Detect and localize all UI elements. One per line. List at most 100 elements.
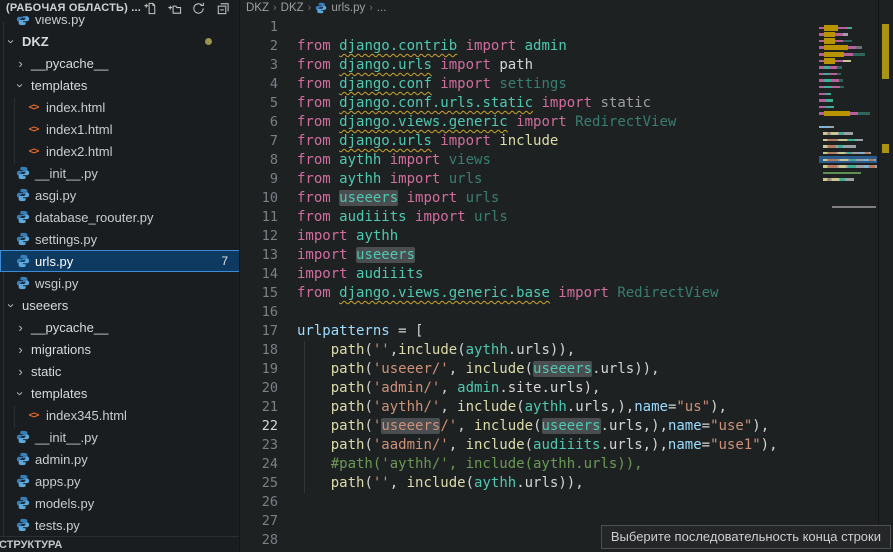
tree-item-pycache-folder[interactable]: › __pycache__	[0, 52, 240, 74]
code-line[interactable]: 4from django.conf import settings	[241, 75, 813, 94]
overview-ruler-scrollbar[interactable]	[878, 0, 893, 552]
html-file-icon: <>	[26, 408, 41, 423]
tree-item-static-folder[interactable]: › static	[0, 360, 240, 382]
code-line[interactable]: 7from django.urls import include	[241, 132, 813, 151]
code-line[interactable]: 17urlpatterns = [	[241, 322, 813, 341]
refresh-icon[interactable]	[191, 1, 206, 16]
code-line[interactable]: 25 path('', include(aythh.urls)),	[241, 474, 813, 493]
tree-item-asgi-py[interactable]: asgi.py	[0, 184, 240, 206]
code-line[interactable]: 24 #path('aythh/', include(aythh.urls)),	[241, 455, 813, 474]
line-content: from audiiits import urls	[297, 208, 508, 227]
code-line[interactable]: 16	[241, 303, 813, 322]
tree-item-label: tests.py	[35, 518, 80, 533]
tree-item-init-py[interactable]: __init__.py	[0, 162, 240, 184]
tree-item-index2-html[interactable]: <> index2.html	[0, 140, 240, 162]
code-line[interactable]: 12import aythh	[241, 227, 813, 246]
new-file-icon[interactable]	[143, 1, 158, 16]
code-line[interactable]: 6from django.views.generic import Redire…	[241, 113, 813, 132]
code-line[interactable]: 26	[241, 493, 813, 512]
code-line[interactable]: 11from audiiits import urls	[241, 208, 813, 227]
outline-section-header[interactable]: СТРУКТУРА	[0, 536, 240, 552]
tree-item-admin-py[interactable]: admin.py	[0, 448, 240, 470]
python-icon	[15, 188, 30, 203]
tree-item-templates-folder-2[interactable]: › templates	[0, 382, 240, 404]
line-number: 15	[241, 284, 278, 303]
chevron-down-icon: ›	[13, 388, 28, 399]
breadcrumb-segment-file[interactable]: urls.py	[315, 2, 365, 14]
code-line[interactable]: 20 path('admin/', admin.site.urls),	[241, 379, 813, 398]
chevron-right-icon: ›	[15, 342, 26, 357]
code-line[interactable]: 5from django.conf.urls.static import sta…	[241, 94, 813, 113]
python-icon	[15, 254, 30, 269]
breadcrumb: DKZ › DKZ › urls.py › ...	[241, 0, 893, 16]
code-line[interactable]: 15from django.views.generic.base import …	[241, 284, 813, 303]
code-line[interactable]: 14import audiiits	[241, 265, 813, 284]
tree-item-database-roouter-py[interactable]: database_roouter.py	[0, 206, 240, 228]
tree-item-pycache-folder-2[interactable]: › __pycache__	[0, 316, 240, 338]
code-line[interactable]: 21 path('aythh/', include(aythh.urls,),n…	[241, 398, 813, 417]
line-number: 2	[241, 37, 278, 56]
line-content: from django.urls import path	[297, 56, 533, 75]
code-line[interactable]: 23 path('aadmin/', include(audiiits.urls…	[241, 436, 813, 455]
tree-item-index-html[interactable]: <> index.html	[0, 96, 240, 118]
chevron-down-icon: ›	[4, 300, 19, 311]
tree-item-label: apps.py	[35, 474, 81, 489]
code-editor[interactable]: 12from django.contrib import admin3from …	[241, 18, 813, 552]
code-line[interactable]: 2from django.contrib import admin	[241, 37, 813, 56]
code-line[interactable]: 8from aythh import views	[241, 151, 813, 170]
explorer-section-header[interactable]: (РАБОЧАЯ ОБЛАСТЬ) ...	[0, 0, 240, 16]
code-line[interactable]: 22 path('useeers/', include(useeers.urls…	[241, 417, 813, 436]
tree-item-models-py[interactable]: models.py	[0, 492, 240, 514]
breadcrumb-segment[interactable]: DKZ	[246, 2, 269, 14]
line-content: from django.conf import settings	[297, 75, 567, 94]
code-line[interactable]: 9from aythh import urls	[241, 170, 813, 189]
tree-item-init-py-2[interactable]: __init__.py	[0, 426, 240, 448]
breadcrumb-segment[interactable]: DKZ	[281, 2, 304, 14]
tree-item-label: index2.html	[46, 144, 112, 159]
line-number: 25	[241, 474, 278, 493]
html-file-icon: <>	[26, 122, 41, 137]
new-folder-icon[interactable]	[167, 1, 182, 16]
line-content: #path('aythh/', include(aythh.urls)),	[297, 455, 643, 474]
collapse-all-icon[interactable]	[215, 1, 230, 16]
line-number: 1	[241, 18, 278, 37]
tree-item-label: wsgi.py	[35, 276, 78, 291]
line-content: urlpatterns = [	[297, 322, 423, 341]
tree-item-label: templates	[31, 386, 87, 401]
line-content: path('', include(aythh.urls)),	[297, 474, 584, 493]
tree-item-settings-py[interactable]: settings.py	[0, 228, 240, 250]
tree-item-urls-py[interactable]: urls.py 7	[0, 250, 240, 272]
line-number: 13	[241, 246, 278, 265]
line-content: path('aythh/', include(aythh.urls,),name…	[297, 398, 727, 417]
tree-item-apps-py[interactable]: apps.py	[0, 470, 240, 492]
breadcrumb-symbol-ellipsis[interactable]: ...	[377, 2, 387, 14]
chevron-down-icon: ›	[4, 36, 19, 47]
code-line[interactable]: 18 path('',include(aythh.urls)),	[241, 341, 813, 360]
code-line[interactable]: 10from useeers import urls	[241, 189, 813, 208]
tree-item-migrations-folder[interactable]: › migrations	[0, 338, 240, 360]
editor-pane: DKZ › DKZ › urls.py › ... 12from django.…	[241, 0, 893, 552]
tree-item-index1-html[interactable]: <> index1.html	[0, 118, 240, 140]
tree-item-label: DKZ	[22, 34, 49, 49]
tree-item-templates-folder[interactable]: › templates	[0, 74, 240, 96]
code-line[interactable]: 13import useeers	[241, 246, 813, 265]
code-lines: 12from django.contrib import admin3from …	[241, 18, 813, 550]
line-content: path('aadmin/', include(audiiits.urls,),…	[297, 436, 778, 455]
tree-item-label: database_roouter.py	[35, 210, 154, 225]
code-line[interactable]: 1	[241, 18, 813, 37]
line-content: import audiiits	[297, 265, 423, 284]
tree-item-index345-html[interactable]: <> index345.html	[0, 404, 240, 426]
code-line[interactable]: 19 path('useeer/', include(useeers.urls)…	[241, 360, 813, 379]
tree-item-wsgi-py[interactable]: wsgi.py	[0, 272, 240, 294]
line-number: 27	[241, 512, 278, 531]
line-content: path('admin/', admin.site.urls),	[297, 379, 600, 398]
chevron-right-icon: ›	[273, 2, 277, 14]
line-number: 9	[241, 170, 278, 189]
code-line[interactable]: 3from django.urls import path	[241, 56, 813, 75]
minimap[interactable]	[819, 18, 877, 552]
file-tree: views.py › DKZ › __pycache__ › templates…	[0, 8, 240, 536]
tree-item-dkz-folder[interactable]: › DKZ	[0, 30, 240, 52]
tree-item-useeers-folder[interactable]: › useeers	[0, 294, 240, 316]
python-icon	[15, 276, 30, 291]
tree-item-tests-py[interactable]: tests.py	[0, 514, 240, 536]
